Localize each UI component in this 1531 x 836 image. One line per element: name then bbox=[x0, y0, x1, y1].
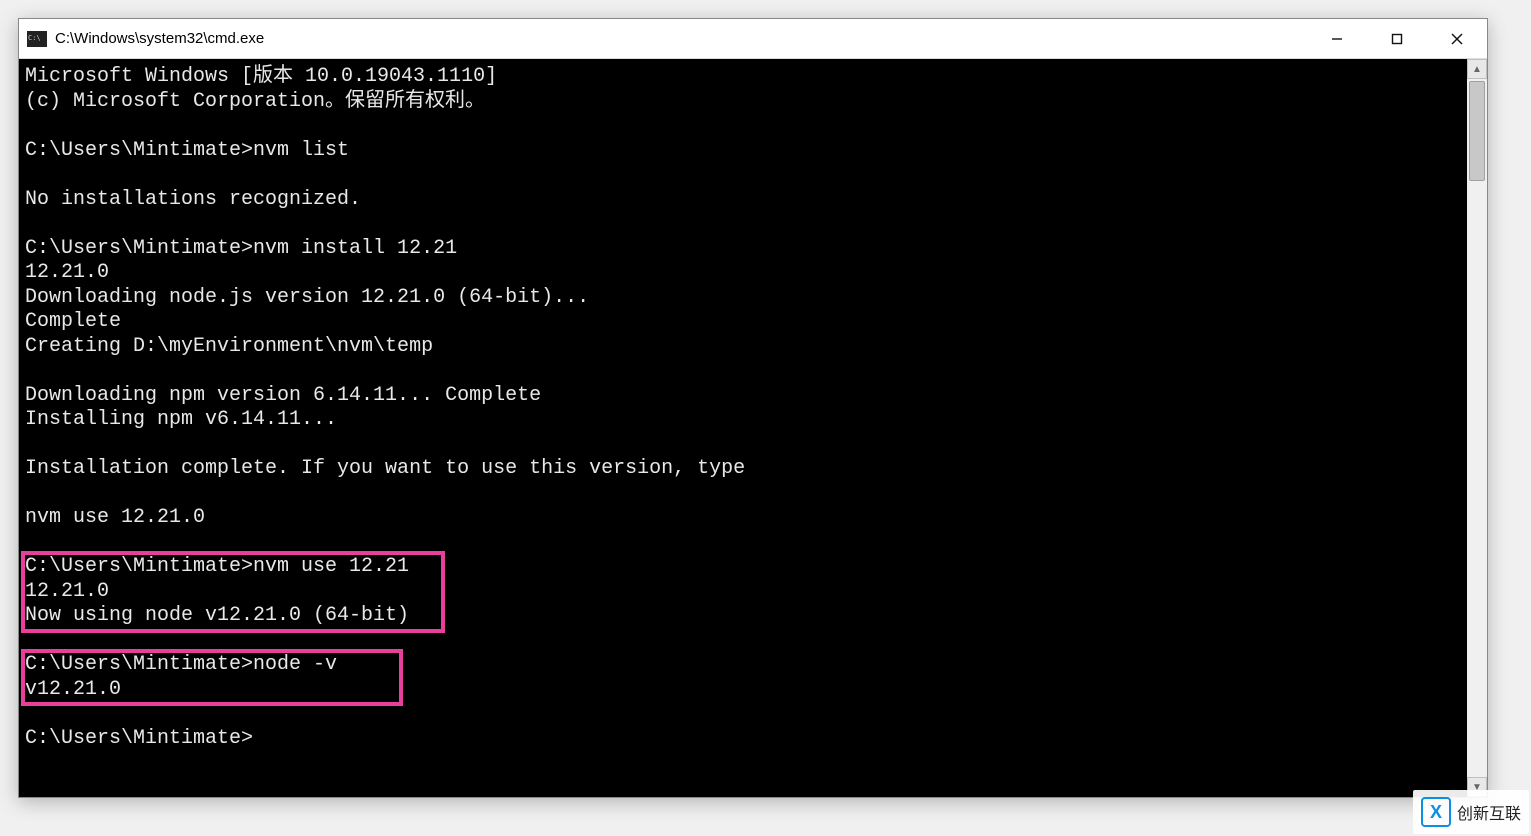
terminal-line: C:\Users\Mintimate>nvm use 12.21 bbox=[25, 555, 1461, 580]
terminal-line: Downloading npm version 6.14.11... Compl… bbox=[25, 384, 1461, 409]
terminal-line bbox=[25, 359, 1461, 384]
terminal-line: No installations recognized. bbox=[25, 188, 1461, 213]
console-area-wrap: Microsoft Windows [版本 10.0.19043.1110](c… bbox=[19, 59, 1487, 797]
terminal-line: C:\Users\Mintimate>nvm install 12.21 bbox=[25, 237, 1461, 262]
terminal-line: v12.21.0 bbox=[25, 678, 1461, 703]
minimize-icon bbox=[1331, 33, 1343, 45]
console-area[interactable]: Microsoft Windows [版本 10.0.19043.1110](c… bbox=[19, 59, 1467, 797]
terminal-line bbox=[25, 531, 1461, 556]
close-icon bbox=[1451, 33, 1463, 45]
window-title: C:\Windows\system32\cmd.exe bbox=[55, 30, 264, 47]
page-root: C:\Windows\system32\cmd.exe Microsoft Wi… bbox=[0, 0, 1531, 836]
watermark: X 创新互联 bbox=[1413, 790, 1529, 834]
terminal-line: nvm use 12.21.0 bbox=[25, 506, 1461, 531]
cmd-icon bbox=[27, 31, 47, 47]
maximize-icon bbox=[1391, 33, 1403, 45]
maximize-button[interactable] bbox=[1367, 19, 1427, 59]
vertical-scrollbar[interactable]: ▲ ▼ bbox=[1467, 59, 1487, 797]
close-button[interactable] bbox=[1427, 19, 1487, 59]
terminal-line: Installing npm v6.14.11... bbox=[25, 408, 1461, 433]
terminal-line bbox=[25, 163, 1461, 188]
terminal-line bbox=[25, 629, 1461, 654]
terminal-line: Complete bbox=[25, 310, 1461, 335]
scroll-thumb[interactable] bbox=[1469, 81, 1485, 181]
minimize-button[interactable] bbox=[1307, 19, 1367, 59]
terminal-line: C:\Users\Mintimate>node -v bbox=[25, 653, 1461, 678]
terminal-line bbox=[25, 482, 1461, 507]
watermark-text: 创新互联 bbox=[1457, 800, 1521, 824]
terminal-line bbox=[25, 114, 1461, 139]
titlebar[interactable]: C:\Windows\system32\cmd.exe bbox=[19, 19, 1487, 59]
terminal-line: Downloading node.js version 12.21.0 (64-… bbox=[25, 286, 1461, 311]
watermark-logo-icon: X bbox=[1421, 797, 1451, 827]
terminal-line bbox=[25, 212, 1461, 237]
terminal-line: Installation complete. If you want to us… bbox=[25, 457, 1461, 482]
terminal-line: (c) Microsoft Corporation。保留所有权利。 bbox=[25, 90, 1461, 115]
terminal-line: Microsoft Windows [版本 10.0.19043.1110] bbox=[25, 65, 1461, 90]
terminal-line: C:\Users\Mintimate> bbox=[25, 727, 1461, 752]
terminal-line: 12.21.0 bbox=[25, 580, 1461, 605]
terminal-line: Now using node v12.21.0 (64-bit) bbox=[25, 604, 1461, 629]
terminal-line bbox=[25, 433, 1461, 458]
terminal-line bbox=[25, 702, 1461, 727]
terminal-line: C:\Users\Mintimate>nvm list bbox=[25, 139, 1461, 164]
terminal-line: Creating D:\myEnvironment\nvm\temp bbox=[25, 335, 1461, 360]
terminal-line: 12.21.0 bbox=[25, 261, 1461, 286]
cmd-window: C:\Windows\system32\cmd.exe Microsoft Wi… bbox=[18, 18, 1488, 798]
scroll-up-button[interactable]: ▲ bbox=[1467, 59, 1487, 79]
